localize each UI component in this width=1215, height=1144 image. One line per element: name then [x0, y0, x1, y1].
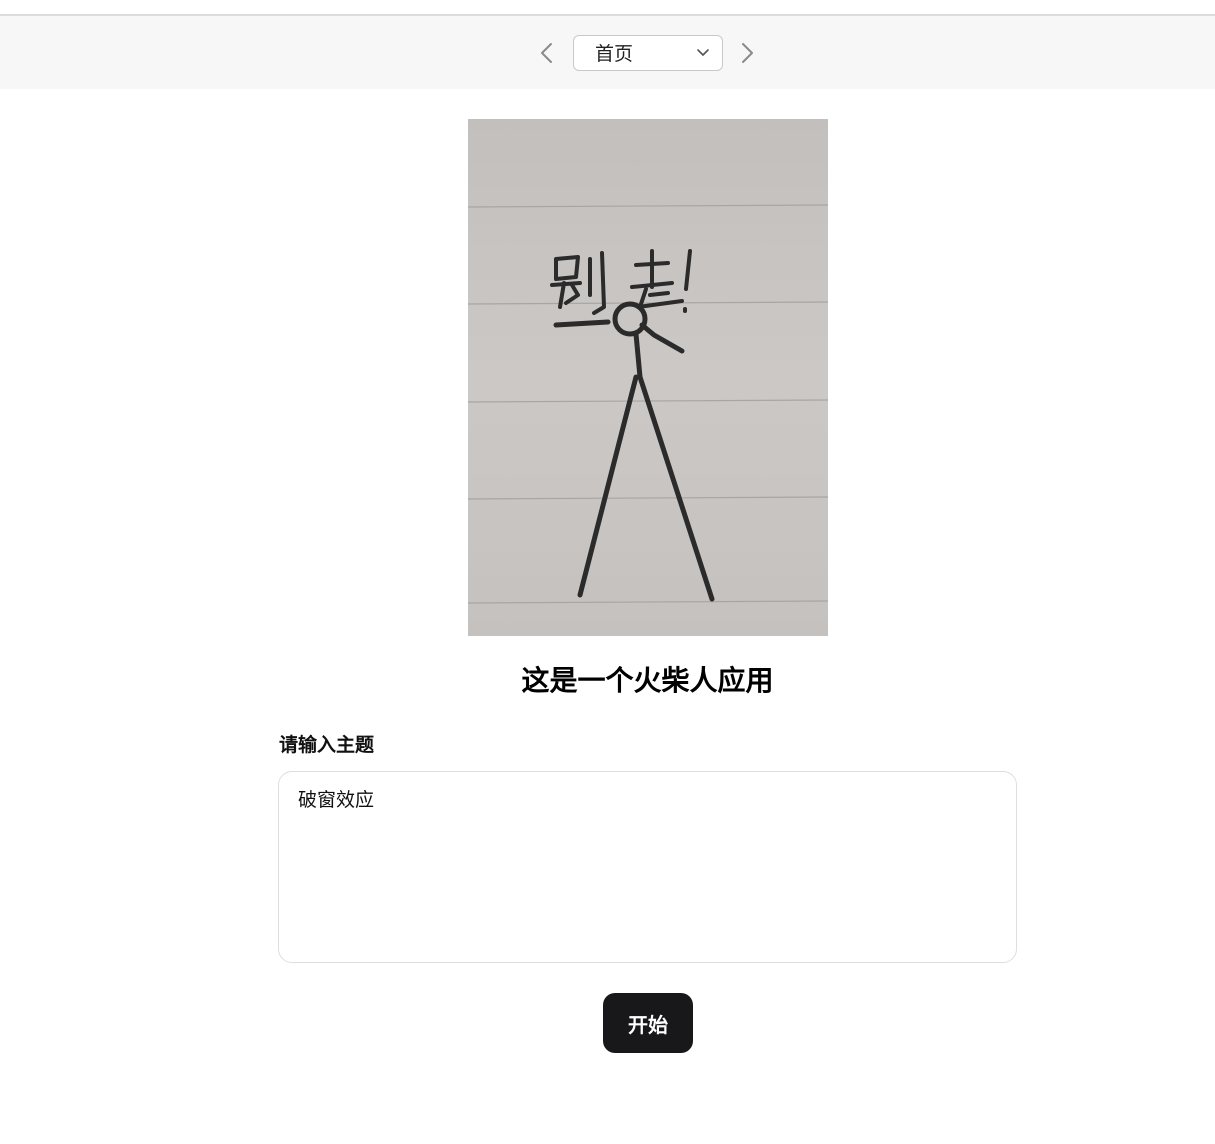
- start-button[interactable]: 开始: [603, 993, 693, 1053]
- topic-input[interactable]: 破窗效应: [278, 771, 1017, 963]
- page-select[interactable]: 首页: [573, 35, 723, 71]
- chevron-down-icon: [697, 49, 709, 56]
- topic-label: 请输入主题: [279, 734, 375, 756]
- chevron-right-icon: [742, 43, 753, 63]
- previous-page-button[interactable]: [539, 42, 555, 64]
- page-title: 这是一个火柴人应用: [521, 664, 774, 697]
- chevron-left-icon: [541, 43, 552, 63]
- page-select-value: 首页: [595, 43, 634, 65]
- stick-figure-image: [468, 119, 828, 636]
- next-page-button[interactable]: [739, 42, 755, 64]
